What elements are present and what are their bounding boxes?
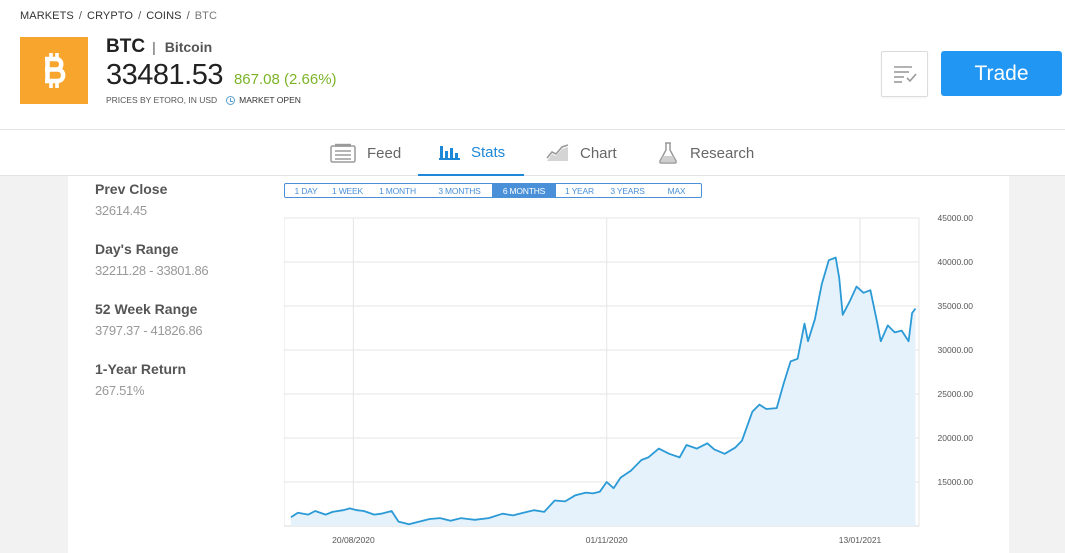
instrument-name: Bitcoin (164, 39, 213, 55)
bar-chart-icon (439, 144, 460, 160)
instrument-header: MARKETS / CRYPTO / COINS / BTC BTC | Bitcoin 3… (0, 0, 1065, 130)
tab-chart[interactable]: Chart (546, 130, 617, 176)
market-status: MARKET OPEN (239, 95, 301, 105)
feed-icon (330, 143, 356, 163)
tab-research[interactable]: Research (657, 130, 754, 176)
range-1-year[interactable]: 1 YEAR (556, 184, 603, 197)
x-tick-label: 01/11/2020 (586, 535, 628, 545)
stat-value: 32211.28 - 33801.86 (95, 263, 209, 278)
trade-button[interactable]: Trade (941, 51, 1062, 96)
price-history-chart: 15000.00 20000.00 25000.00 30000.00 35000.00… (284, 213, 974, 545)
stat-value: 32614.45 (95, 203, 147, 218)
bitcoin-icon (20, 37, 88, 104)
time-range-selector: 1 DAY 1 WEEK 1 MONTH 3 MONTHS 6 MONTHS 1… (284, 183, 702, 198)
y-tick-label: 40000.00 (938, 257, 974, 267)
watchlist-button[interactable] (881, 51, 928, 97)
y-tick-label: 35000.00 (938, 301, 974, 311)
price-change: 867.08 (2.66%) (233, 71, 337, 88)
stat-1-year-return: 1-Year Return 267.51% (95, 361, 186, 398)
stat-52-week-range: 52 Week Range 3797.37 - 41826.86 (95, 301, 203, 338)
stat-days-range: Day's Range 32211.28 - 33801.86 (95, 241, 209, 278)
y-tick-label: 25000.00 (938, 389, 974, 399)
stat-value: 3797.37 - 41826.86 (95, 323, 203, 338)
y-tick-label: 20000.00 (938, 433, 974, 443)
range-1-day[interactable]: 1 DAY (285, 184, 327, 197)
price-block: 33481.53 867.08 (2.66%) (106, 59, 337, 92)
breadcrumb-separator: / (78, 10, 83, 22)
range-max[interactable]: MAX (652, 184, 701, 197)
breadcrumb-current: BTC (194, 10, 218, 22)
breadcrumb-markets[interactable]: MARKETS (20, 10, 74, 22)
tab-feed-label: Feed (367, 144, 402, 162)
range-1-month[interactable]: 1 MONTH (368, 184, 427, 197)
breadcrumb-coins[interactable]: COINS (146, 10, 181, 22)
range-3-months[interactable]: 3 MONTHS (427, 184, 492, 197)
current-price: 33481.53 (106, 59, 223, 91)
stat-label: 52 Week Range (95, 301, 198, 317)
instrument-title: BTC | Bitcoin (106, 36, 212, 58)
instrument-tabs: Feed Stats Chart Research (0, 130, 1065, 176)
price-source-note: PRICES BY ETORO, IN USD (106, 95, 218, 105)
title-divider: | (152, 39, 156, 55)
stat-label: Day's Range (95, 241, 179, 257)
breadcrumb-crypto[interactable]: CRYPTO (87, 10, 133, 22)
range-1-week[interactable]: 1 WEEK (327, 184, 368, 197)
range-6-months[interactable]: 6 MONTHS (492, 184, 556, 197)
breadcrumb-separator: / (138, 10, 142, 22)
stat-prev-close: Prev Close 32614.45 (95, 181, 167, 218)
stats-panel: Prev Close 32614.45 Day's Range 32211.28… (68, 176, 1009, 553)
y-tick-label: 30000.00 (938, 345, 974, 355)
flask-icon (657, 142, 679, 164)
stat-label: 1-Year Return (95, 361, 187, 377)
x-tick-label: 13/01/2021 (839, 535, 882, 545)
watchlist-icon (893, 66, 917, 83)
y-tick-label: 45000.00 (938, 213, 974, 223)
price-meta: PRICES BY ETORO, IN USD MARKET OPEN (106, 95, 301, 105)
clock-icon (226, 95, 236, 105)
tab-stats-label: Stats (471, 143, 506, 161)
tab-chart-label: Chart (580, 144, 617, 162)
stat-label: Prev Close (95, 181, 168, 197)
x-tick-label: 20/08/2020 (332, 535, 375, 545)
y-tick-label: 15000.00 (938, 477, 974, 487)
instrument-symbol: BTC (106, 36, 146, 57)
tab-research-label: Research (690, 144, 755, 162)
tab-stats[interactable]: Stats (418, 130, 524, 176)
breadcrumb-separator: / (186, 10, 190, 22)
stat-value: 267.51% (95, 383, 145, 398)
line-chart-icon (546, 144, 569, 162)
tab-feed[interactable]: Feed (330, 130, 401, 176)
breadcrumb: MARKETS / CRYPTO / COINS / BTC (20, 10, 217, 22)
range-3-years[interactable]: 3 YEARS (603, 184, 652, 197)
